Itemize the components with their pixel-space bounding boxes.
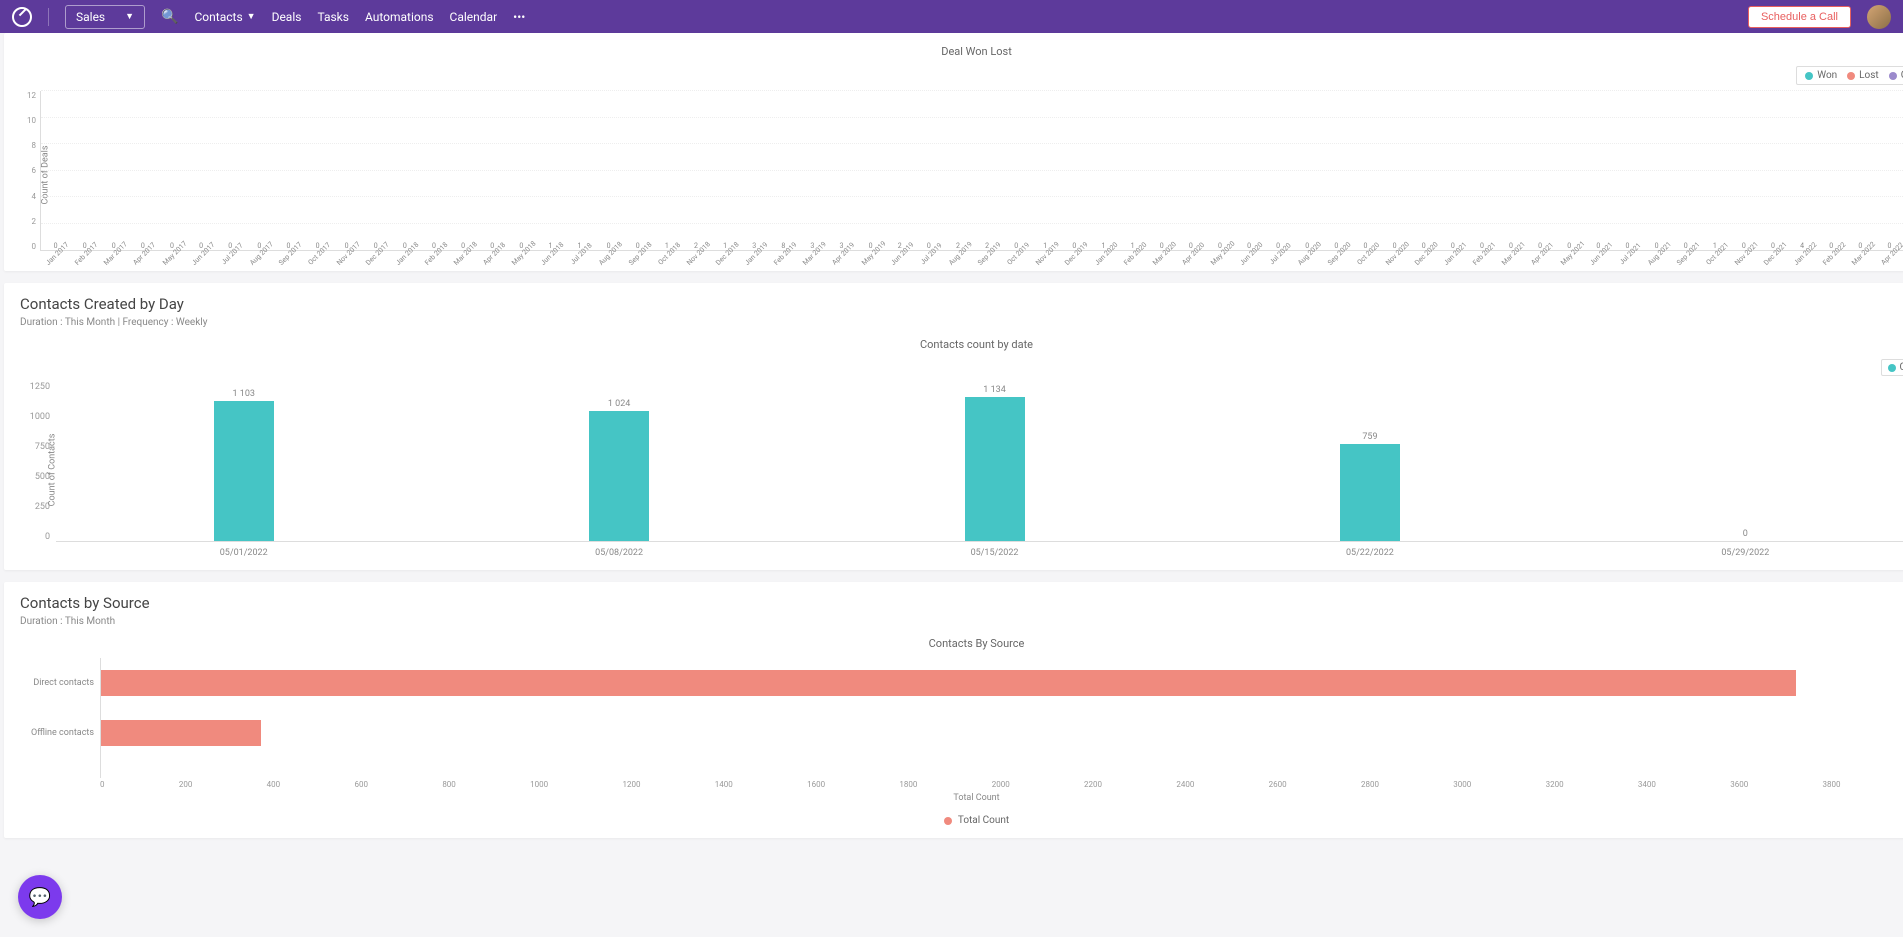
card-deal-won-lost: ≡ Deal Won Lost Won Lost Open Count of D… [4, 33, 1903, 271]
dashboard: ≡ Deal Won Lost Won Lost Open Count of D… [0, 33, 1903, 880]
nav-deals[interactable]: Deals [272, 10, 302, 24]
card-title: Contacts by Source [20, 594, 1903, 612]
chart-title: Contacts count by date [20, 338, 1903, 351]
module-selector[interactable]: Sales ▼ [65, 5, 145, 29]
chat-bubble-button[interactable]: 💬 [18, 875, 62, 919]
search-icon[interactable]: 🔍 [161, 9, 178, 25]
legend-won: Won [1817, 70, 1837, 81]
chevron-down-icon: ▼ [125, 11, 134, 22]
user-avatar[interactable] [1867, 5, 1891, 29]
x-axis-label: Total Count [20, 793, 1903, 803]
nav-contacts[interactable]: Contacts ▼ [195, 10, 256, 24]
nav-more-icon[interactable]: ••• [513, 10, 525, 24]
legend: Won Lost Open [1796, 66, 1903, 85]
legend-total: Total Count [958, 815, 1009, 826]
left-column: ≡ Deal Won Lost Won Lost Open Count of D… [0, 33, 1903, 880]
legend-count: Count [1900, 362, 1903, 373]
nav-calendar[interactable]: Calendar [450, 10, 498, 24]
nav-tasks[interactable]: Tasks [317, 10, 349, 24]
chart-title: Deal Won Lost [20, 45, 1903, 58]
card-contacts-by-day: Contacts Created by Day Duration : This … [4, 283, 1903, 570]
card-subtitle: Duration : This Month [20, 616, 1903, 627]
module-selector-label: Sales [76, 10, 105, 24]
contacts-by-day-chart: Count of Contacts 125010007505002500 1 1… [20, 382, 1903, 558]
deal-won-lost-chart: Count of Deals 121086420 000000000000000… [20, 91, 1903, 259]
chevron-down-icon: ▼ [247, 11, 256, 22]
navbar: Sales ▼ 🔍 Contacts ▼ Deals Tasks Automat… [0, 0, 1903, 33]
chat-icon: 💬 [29, 887, 51, 908]
legend-lost: Lost [1859, 70, 1879, 81]
legend: Total Count [20, 815, 1903, 826]
card-title: Contacts Created by Day [20, 295, 1903, 313]
card-subtitle: Duration : This Month | Frequency : Week… [20, 317, 1903, 328]
app-logo-icon[interactable] [12, 7, 32, 27]
nav-divider [48, 8, 49, 26]
legend: Count [20, 359, 1903, 376]
nav-automations[interactable]: Automations [365, 10, 434, 24]
chart-title: Contacts By Source [20, 637, 1903, 650]
contacts-by-source-chart: Direct contactsOffline contacts [20, 658, 1903, 778]
schedule-call-button[interactable]: Schedule a Call [1748, 6, 1851, 28]
card-contacts-by-source: Contacts by Source Duration : This Month… [4, 582, 1903, 838]
